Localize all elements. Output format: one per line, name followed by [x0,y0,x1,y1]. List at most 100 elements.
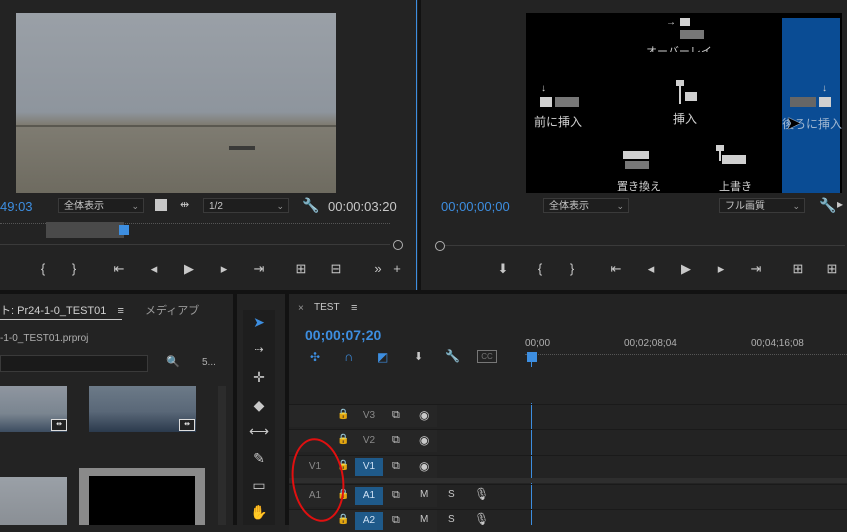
sync-lock-icon[interactable]: ⧉ [392,460,400,473]
clip-thumbnail[interactable]: ⇹ [89,386,196,432]
extract-icon[interactable]: ⊞ [823,262,841,276]
go-to-in-icon[interactable]: ⇤ [607,262,625,276]
mark-in-icon[interactable]: { [34,262,52,276]
source-timeline-ruler[interactable] [0,220,404,250]
sync-lock-icon[interactable]: ⧉ [392,514,400,527]
program-timeline-ruler[interactable] [435,240,847,252]
solo-button[interactable]: S [448,514,455,525]
step-forward-icon[interactable]: ▸ [215,262,233,276]
lift-icon[interactable]: ⊞ [789,262,807,276]
razor-tool-icon[interactable]: ◆ [248,394,270,416]
eye-icon[interactable]: ◉ [419,408,429,422]
lock-icon[interactable]: 🔒 [337,514,349,525]
clip-thumbnail[interactable]: ⇹ [0,386,67,432]
snap-magnet-icon[interactable]: ∩ [344,349,353,364]
rectangle-tool-icon[interactable]: ▭ [248,474,270,496]
microphone-icon[interactable]: 🎙 [474,487,489,501]
step-back-icon[interactable]: ◂ [642,262,660,276]
sync-lock-icon[interactable]: ⧉ [392,409,400,422]
more-controls-icon[interactable]: » [369,262,387,276]
eye-icon[interactable]: ◉ [419,459,429,473]
tab-project[interactable]: ト: Pr24-1-0_TEST01 ≡ [0,302,124,318]
timeline-timecode[interactable]: 00;00;07;20 [305,327,381,343]
add-button-icon[interactable]: + [388,262,406,276]
mark-out-icon[interactable]: } [65,262,83,276]
play-icon[interactable]: ▶ [180,262,198,276]
program-playhead-icon[interactable] [435,241,445,251]
tab-media-browser[interactable]: メディアブ [145,302,199,318]
source-resolution-dropdown[interactable]: 1/2 ⌄ [203,198,289,213]
program-timecode[interactable]: 00;00;00;00 [441,199,510,214]
new-bin-icon[interactable]: 🔍 [166,355,180,368]
step-back-icon[interactable]: ◂ [145,262,163,276]
mark-in-icon[interactable]: { [531,262,549,276]
mute-button[interactable]: M [420,489,428,500]
source-monitor: 49:03 全体表示 ⌄ ⇹ 1/2 ⌄ 🔧 00:00:03:20 { } ⇤ ◂… [0,0,418,290]
eye-icon[interactable]: ◉ [419,433,429,447]
overflow-icon[interactable]: ▸ [837,197,843,211]
search-input[interactable] [0,355,148,372]
track-target-a2[interactable]: A2 [355,512,383,530]
source-timecode[interactable]: 49:03 [0,199,33,214]
step-forward-icon[interactable]: ▸ [712,262,730,276]
mark-out-icon[interactable]: } [563,262,581,276]
drop-frame-icon[interactable]: ⇹ [180,198,189,211]
sync-lock-icon[interactable]: ⧉ [392,489,400,502]
sequence-tab[interactable]: TEST [314,302,340,313]
pen-tool-icon[interactable]: ✎ [248,447,270,469]
source-fit-label: 全体表示 [64,201,104,212]
go-to-in-icon[interactable]: ⇤ [110,262,128,276]
program-quality-dropdown[interactable]: フル画質 ⌄ [719,198,805,213]
ripple-edit-tool-icon[interactable]: ✛ [248,366,270,388]
track-select-tool-icon[interactable]: ⇢ [248,339,270,361]
go-to-out-icon[interactable]: ⇥ [250,262,268,276]
hand-tool-icon[interactable]: ✋ [248,501,270,523]
source-fit-dropdown[interactable]: 全体表示 ⌄ [58,198,144,213]
zoom-handle-icon[interactable] [393,240,403,250]
nest-toggle-icon[interactable]: ✣ [310,350,320,364]
program-quality-label: フル画質 [725,201,765,212]
timeline-ruler[interactable]: 00;00 00;02;08;04 00;04;16;08 [525,334,847,362]
insert-after-zone[interactable]: ↓ 後ろに挿入 [782,18,842,193]
track-target-v2[interactable]: V2 [355,432,383,450]
track-target-v3[interactable]: V3 [355,407,383,425]
program-video-frame[interactable]: → オーバーレイ ↓ 前に挿入 挿入 ↓ 後ろに挿入 ➤ 置き換え 上書き [526,13,842,193]
sequence-menu-icon[interactable]: ≡ [351,302,357,314]
overwrite-icon[interactable]: ⊟ [327,262,345,276]
mute-button[interactable]: M [420,514,428,525]
captions-icon[interactable]: CC [477,350,497,363]
sequence-thumbnail[interactable] [79,468,205,525]
lock-icon[interactable]: 🔒 [337,434,349,445]
linked-selection-icon[interactable]: ◩ [377,350,388,364]
track-target-a1[interactable]: A1 [355,487,383,505]
play-icon[interactable]: ▶ [677,262,695,276]
replace-icon [623,151,653,171]
export-frame-icon[interactable] [155,199,167,211]
settings-wrench-icon[interactable]: 🔧 [819,197,836,214]
lock-icon[interactable]: 🔒 [337,409,349,420]
project-panel: ト: Pr24-1-0_TEST01 ≡ メディアブ -1-0_TEST01.p… [0,294,233,525]
tab-menu-icon[interactable]: ≡ [117,305,123,317]
insert-icon[interactable]: ⊞ [292,262,310,276]
project-scrollbar[interactable] [218,386,226,525]
timeline-settings-icon[interactable]: 🔧 [445,349,460,363]
settings-wrench-icon[interactable]: 🔧 [302,197,319,214]
overlay-top-icon: → [666,17,706,43]
track-target-v1[interactable]: V1 [355,458,383,476]
slip-tool-icon[interactable]: ⟷ [248,420,270,442]
source-playhead[interactable] [119,225,129,235]
timeline-playhead[interactable] [527,352,537,362]
program-fit-dropdown[interactable]: 全体表示 ⌄ [543,198,629,213]
selection-tool-icon[interactable]: ➤ [248,311,270,333]
video-badge-icon: ⇹ [51,419,67,431]
go-to-out-icon[interactable]: ⇥ [747,262,765,276]
ruler-label: 00;04;16;08 [751,338,804,349]
solo-button[interactable]: S [448,489,455,500]
close-icon[interactable]: × [298,303,304,314]
sync-lock-icon[interactable]: ⧉ [392,434,400,447]
source-video-frame[interactable] [16,13,336,193]
microphone-icon[interactable]: 🎙 [474,512,489,526]
add-marker-icon[interactable]: ⬇ [414,350,423,363]
clip-thumbnail[interactable] [0,477,67,525]
add-marker-icon[interactable]: ⬇ [494,262,512,276]
